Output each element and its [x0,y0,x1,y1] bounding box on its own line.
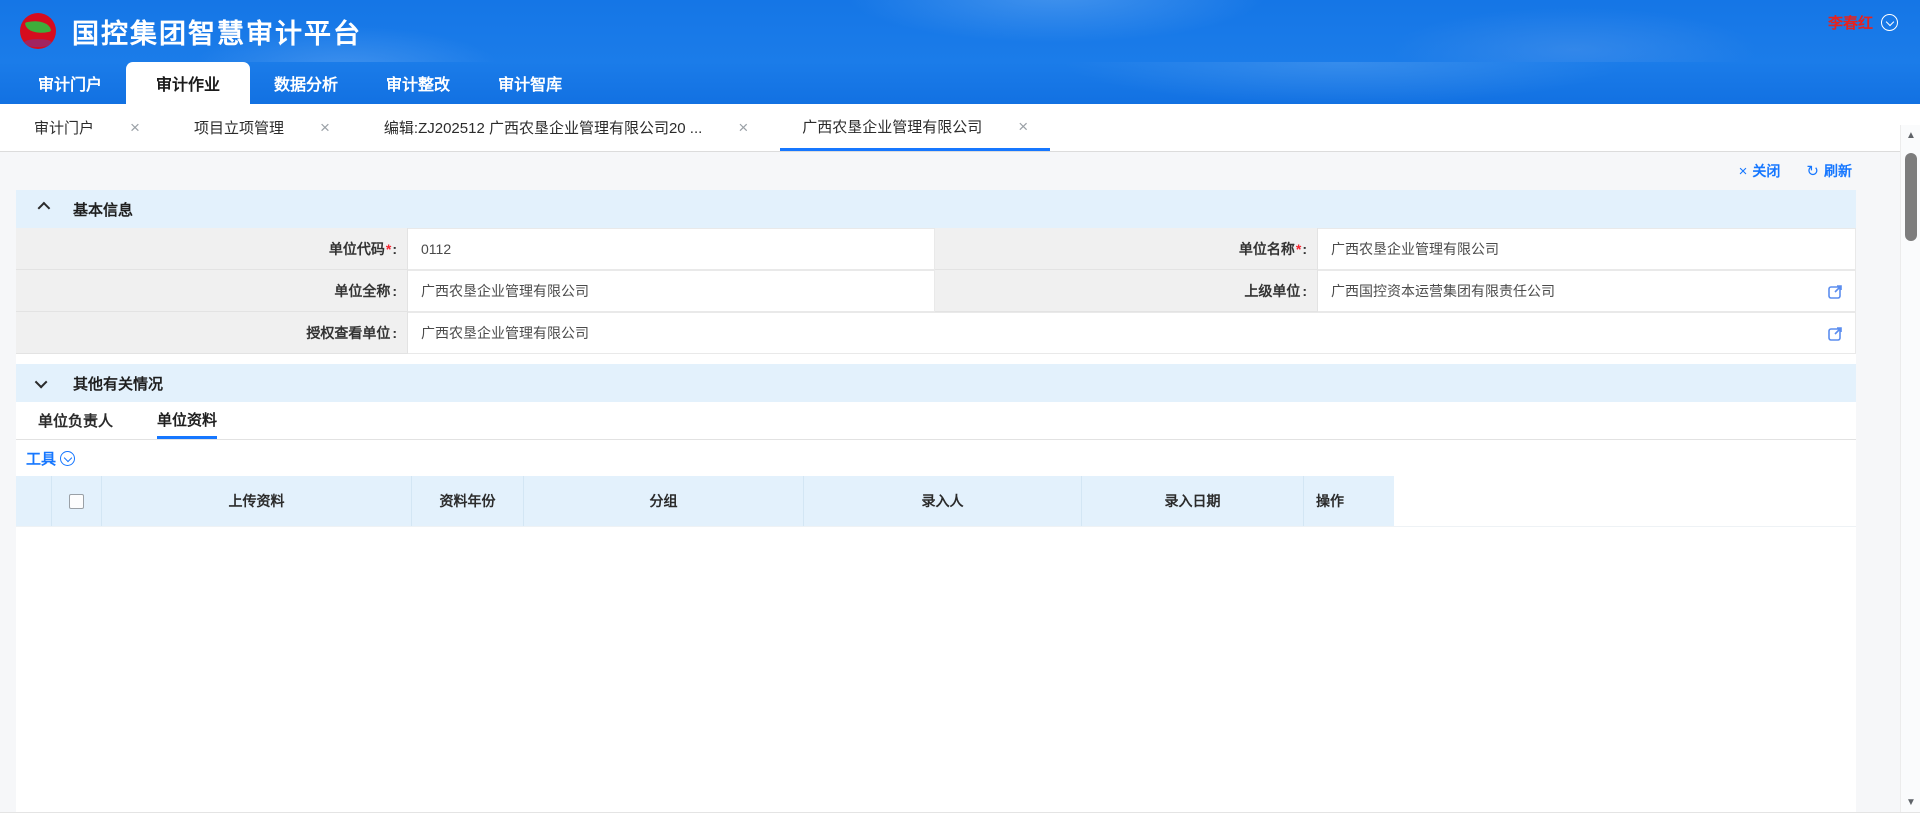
column-header-entry-date[interactable]: 录入日期 [1082,476,1304,526]
chevron-up-icon [38,201,51,214]
label-text: 单位全称 [334,281,390,301]
nav-item-audit-knowledge[interactable]: 审计智库 [474,62,586,104]
select-all-checkbox[interactable] [69,494,84,509]
close-icon[interactable]: × [1018,118,1028,135]
detail-panel: 基本信息 单位代码*: 0112 单位名称*: 广西农垦企业管理有限公司 单位全… [16,190,1856,812]
user-menu[interactable]: 李春红 [1828,12,1898,33]
field-label-authorized-units: 授权查看单位: [16,312,408,354]
section-other-info-header[interactable]: 其他有关情况 [16,364,1856,402]
user-name[interactable]: 李春红 [1828,12,1873,33]
close-label: 关闭 [1752,161,1780,181]
label-text: 上级单位 [1244,281,1300,301]
field-value-unit-name[interactable]: 广西农垦企业管理有限公司 [1318,228,1856,270]
refresh-page-button[interactable]: ↻ 刷新 [1806,161,1852,181]
close-icon[interactable]: × [320,119,330,136]
close-icon[interactable]: × [738,119,748,136]
select-all-cell [52,476,102,526]
field-value-authorized-units[interactable]: 广西农垦企业管理有限公司 [408,312,1856,354]
main-nav: 审计门户 审计作业 数据分析 审计整改 审计智库 [0,62,1920,104]
section-title: 基本信息 [73,199,133,220]
vertical-scrollbar[interactable]: ▲ ▼ [1900,125,1920,812]
required-mark: * [1296,241,1301,257]
column-header-actions: 操作 [1304,476,1394,526]
close-icon[interactable]: × [130,119,140,136]
refresh-label: 刷新 [1824,161,1852,181]
value-text: 广西国控资本运营集团有限责任公司 [1331,281,1555,301]
field-value-unit-code[interactable]: 0112 [408,228,935,270]
refresh-icon: ↻ [1806,162,1819,180]
label-colon: : [392,325,397,341]
value-text: 广西农垦企业管理有限公司 [421,323,589,343]
column-header-file-year[interactable]: 资料年份 [412,476,524,526]
nav-item-data-analysis[interactable]: 数据分析 [250,62,362,104]
company-logo-icon [20,13,56,49]
app-title: 国控集团智慧审计平台 [72,12,362,51]
label-text: 单位名称 [1239,239,1295,259]
field-label-parent-unit: 上级单位: [935,270,1318,312]
scroll-up-arrow-icon[interactable]: ▲ [1901,125,1920,145]
tools-dropdown-button[interactable]: 工具 [26,448,56,469]
section-title: 其他有关情况 [73,373,163,394]
value-text: 0112 [421,241,451,257]
workspace-tab-project-setup[interactable]: 项目立项管理 × [172,104,352,151]
label-colon: : [1302,241,1307,257]
close-icon: × [1739,163,1748,180]
close-page-button[interactable]: × 关闭 [1739,161,1781,181]
field-value-unit-fullname[interactable]: 广西农垦企业管理有限公司 [408,270,935,312]
nav-item-audit-portal[interactable]: 审计门户 [14,62,126,104]
content-area: × 关闭 ↻ 刷新 基本信息 单位代码*: 0112 单位名称*: 广西农 [0,152,1920,812]
table-toolbar: 工具 [16,440,1856,476]
workspace-tab-audit-portal[interactable]: 审计门户 × [12,104,162,151]
nav-item-audit-rectify[interactable]: 审计整改 [362,62,474,104]
tab-label: 审计门户 [34,117,94,138]
tab-label: 项目立项管理 [194,117,284,138]
other-info-subtabs: 单位负责人 单位资料 [16,402,1856,440]
label-colon: : [392,241,397,257]
label-text: 授权查看单位 [306,323,390,343]
app-header: 国控集团智慧审计平台 李春红 [0,0,1920,62]
workspace-tab-edit-project[interactable]: 编辑:ZJ202512 广西农垦企业管理有限公司20 ... × [362,104,770,151]
field-label-unit-code: 单位代码*: [16,228,408,270]
scroll-down-arrow-icon[interactable]: ▼ [1901,792,1920,812]
page-actions: × 关闭 ↻ 刷新 [16,152,1904,190]
subtab-unit-leaders[interactable]: 单位负责人 [38,402,113,439]
chevron-down-icon [35,375,48,388]
field-label-unit-name: 单位名称*: [935,228,1318,270]
tab-label: 编辑:ZJ202512 广西农垦企业管理有限公司20 ... [384,117,702,138]
footer-strip [0,812,1920,839]
chevron-down-circle-icon[interactable] [60,451,75,466]
row-handle-column [16,476,52,526]
documents-table-header: 上传资料 资料年份 分组 录入人 录入日期 操作 [16,476,1856,526]
field-value-parent-unit[interactable]: 广西国控资本运营集团有限责任公司 [1318,270,1856,312]
label-text: 单位代码 [329,239,385,259]
field-label-unit-fullname: 单位全称: [16,270,408,312]
column-header-entered-by[interactable]: 录入人 [804,476,1082,526]
value-text: 广西农垦企业管理有限公司 [1331,239,1499,259]
external-link-icon[interactable] [1828,284,1843,299]
section-basic-info-header[interactable]: 基本信息 [16,190,1856,228]
label-colon: : [1302,283,1307,299]
workspace-tab-company-detail[interactable]: 广西农垦企业管理有限公司 × [780,104,1050,151]
basic-info-form: 单位代码*: 0112 单位名称*: 广西农垦企业管理有限公司 单位全称: 广西… [16,228,1856,354]
label-colon: : [392,283,397,299]
scrollbar-thumb[interactable] [1905,153,1917,241]
column-header-upload-file[interactable]: 上传资料 [102,476,412,526]
tab-label: 广西农垦企业管理有限公司 [802,116,982,137]
workspace-tabstrip: 审计门户 × 项目立项管理 × 编辑:ZJ202512 广西农垦企业管理有限公司… [0,104,1920,152]
column-header-group[interactable]: 分组 [524,476,804,526]
value-text: 广西农垦企业管理有限公司 [421,281,589,301]
required-mark: * [386,241,391,257]
section-gap [16,354,1856,364]
external-link-icon[interactable] [1828,326,1843,341]
documents-table-body-empty [16,526,1856,811]
subtab-unit-documents[interactable]: 单位资料 [157,402,217,439]
nav-item-audit-work[interactable]: 审计作业 [126,62,250,104]
chevron-down-icon[interactable] [1881,14,1898,31]
